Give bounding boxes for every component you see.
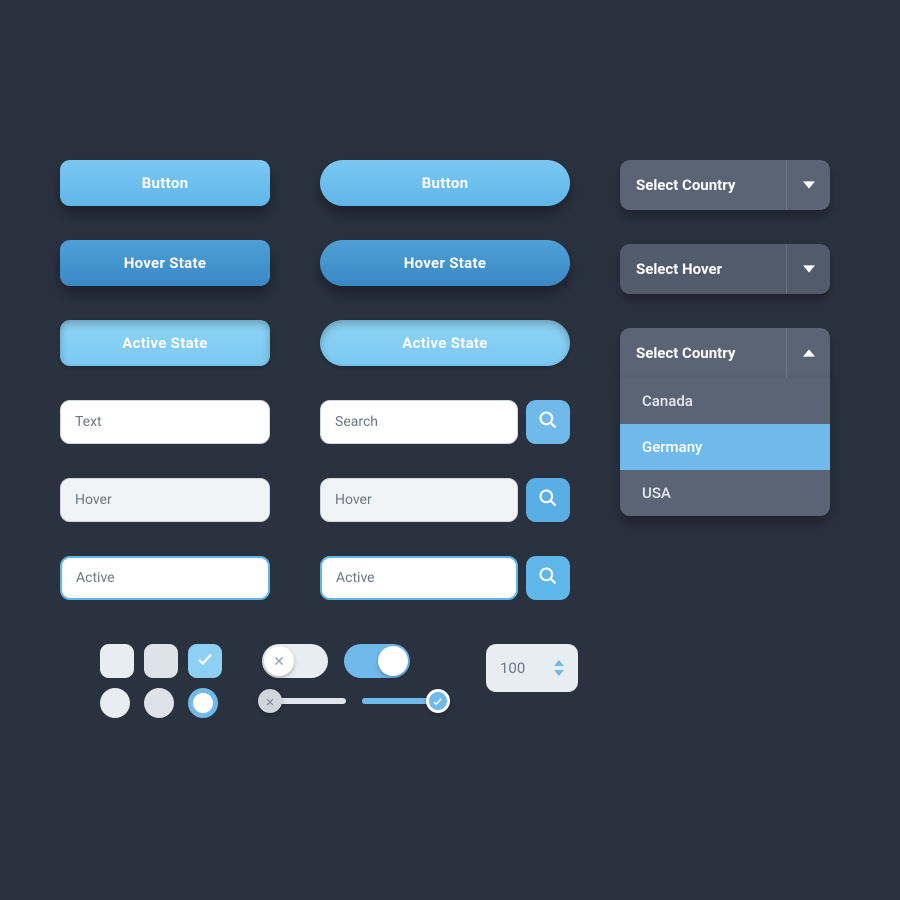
search-button-normal[interactable] [526,400,570,444]
select-normal[interactable]: Select Country [620,160,830,210]
check-icon [196,650,214,672]
checkbox-normal[interactable] [100,644,134,678]
slider-off[interactable] [262,698,346,704]
input-placeholder: Active [336,570,375,586]
select-label: Select Country [620,328,786,378]
chevron-down-icon [786,244,830,294]
radio-hover[interactable] [144,688,174,718]
toggle-on[interactable] [344,644,410,678]
chevron-up-icon [786,328,830,378]
select-open[interactable]: Select Country [620,328,830,378]
check-icon [432,692,443,711]
button-hover-pill[interactable]: Hover State [320,240,570,286]
input-placeholder: Hover [75,492,112,508]
select-option-usa[interactable]: USA [620,470,830,516]
chevron-down-icon [786,160,830,210]
search-input-normal[interactable]: Search [320,400,518,444]
select-hover[interactable]: Select Hover [620,244,830,294]
button-label: Hover State [124,254,207,272]
select-option-canada[interactable]: Canada [620,378,830,424]
text-input-normal[interactable]: Text [60,400,270,444]
search-input-hover[interactable]: Hover [320,478,518,522]
select-label: Select Country [620,160,786,210]
number-stepper[interactable]: 100 [486,644,578,692]
radio-checked[interactable] [188,688,218,718]
input-placeholder: Text [75,414,102,430]
button-label: Active State [402,334,487,352]
button-label: Button [142,174,189,192]
option-label: USA [642,484,671,502]
button-hover-rect[interactable]: Hover State [60,240,270,286]
select-dropdown: Canada Germany USA [620,378,830,516]
button-normal-rect[interactable]: Button [60,160,270,206]
x-icon [273,652,285,671]
stepper-up-icon[interactable] [554,660,564,666]
option-label: Germany [642,438,702,456]
button-label: Hover State [404,254,487,272]
text-input-active[interactable]: Active [60,556,270,600]
search-icon [538,410,558,434]
select-option-germany[interactable]: Germany [620,424,830,470]
input-placeholder: Hover [335,492,372,508]
input-placeholder: Active [76,570,115,586]
button-label: Button [422,174,469,192]
toggle-off[interactable] [262,644,328,678]
slider-on[interactable] [362,698,446,704]
checkbox-hover[interactable] [144,644,178,678]
checkbox-checked[interactable] [188,644,222,678]
search-icon [538,488,558,512]
input-placeholder: Search [335,414,378,430]
select-label: Select Hover [620,244,786,294]
stepper-down-icon[interactable] [554,670,564,676]
button-active-pill[interactable]: Active State [320,320,570,366]
x-icon [265,692,275,711]
button-active-rect[interactable]: Active State [60,320,270,366]
button-label: Active State [122,334,207,352]
search-icon [538,566,558,590]
stepper-value: 100 [500,659,525,677]
radio-normal[interactable] [100,688,130,718]
text-input-hover[interactable]: Hover [60,478,270,522]
search-button-hover[interactable] [526,478,570,522]
option-label: Canada [642,392,693,410]
search-input-active[interactable]: Active [320,556,518,600]
check-radio-grid [100,644,222,722]
search-button-active[interactable] [526,556,570,600]
button-normal-pill[interactable]: Button [320,160,570,206]
